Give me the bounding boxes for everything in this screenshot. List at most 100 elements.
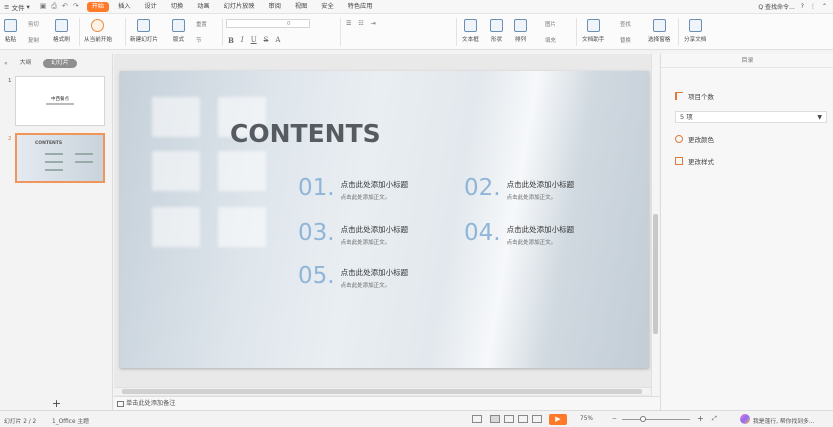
quick-access-toolbar: ▣ ⎙ ↶ ↷	[34, 2, 85, 11]
clipboard-icon	[4, 19, 17, 32]
thumbnail-title: 中西餐点	[51, 97, 69, 102]
doc-assistant-button[interactable]: 文档助手	[582, 19, 604, 43]
change-style-button[interactable]: 更改样式	[675, 156, 714, 166]
fit-window-icon[interactable]: ⤢	[712, 416, 717, 423]
divider	[340, 18, 341, 46]
reset-button[interactable]: 重置	[196, 20, 207, 28]
toc-item-2[interactable]: 02. 点击此处添加小标题 点击此处添加正文。	[464, 177, 574, 202]
copy-button[interactable]: 复制	[28, 36, 39, 44]
toc-item-1[interactable]: 01. 点击此处添加小标题 点击此处添加正文。	[298, 175, 408, 202]
zoom-slider-handle[interactable]	[640, 416, 646, 422]
change-color-button[interactable]: 更改颜色	[675, 134, 714, 144]
numbered-list-icon[interactable]: ☷	[358, 20, 363, 27]
assistant-logo-icon[interactable]	[740, 414, 750, 424]
tab-slideshow[interactable]: 幻灯片放映	[217, 0, 262, 14]
toc-item-5[interactable]: 05. 点击此处添加小标题 点击此处添加正文。	[298, 265, 408, 290]
arrange-button[interactable]: 排列	[514, 19, 527, 43]
undo-icon[interactable]: ↶	[62, 2, 68, 11]
search-command[interactable]: Q 查找命令...	[758, 2, 794, 11]
file-menu[interactable]: ≡ 文件 ▾	[0, 2, 34, 12]
shape-button[interactable]: 形状	[490, 19, 503, 43]
tab-home[interactable]: 开始	[86, 1, 110, 12]
slide-thumbnail-2[interactable]: CONTENTS	[15, 133, 105, 183]
toc-item-4[interactable]: 04. 点击此处添加小标题 点击此处添加正文。	[464, 222, 574, 247]
indent-icon[interactable]: ⇥	[371, 20, 376, 27]
play-icon	[91, 19, 105, 32]
scroll-thumb[interactable]	[122, 389, 642, 394]
vertical-scrollbar[interactable]	[651, 54, 659, 396]
play-from-current-button[interactable]: 从当前开始	[84, 19, 112, 43]
section-button[interactable]: 节	[196, 36, 201, 44]
fill-button[interactable]: 填充	[545, 36, 556, 44]
select-pane-label: 选择窗格	[648, 37, 671, 43]
find-button[interactable]: 查找	[620, 20, 631, 28]
sorter-view-icon[interactable]	[504, 415, 514, 423]
normal-view-icon[interactable]	[490, 415, 500, 423]
layout-label: 版式	[172, 37, 185, 43]
tab-view[interactable]: 视图	[288, 0, 314, 14]
slideshow-play-button[interactable]: ▶	[549, 414, 567, 425]
tab-transition[interactable]: 切换	[164, 0, 190, 14]
change-color-label: 更改颜色	[688, 136, 714, 144]
shape-label: 形状	[490, 37, 503, 43]
bold-icon[interactable]: B	[228, 36, 234, 45]
font-size-field[interactable]: 0	[226, 19, 310, 28]
presenter-view-icon[interactable]	[532, 415, 542, 423]
bullet-list-icon[interactable]: ☰	[346, 20, 351, 27]
paste-button[interactable]: 粘贴	[4, 19, 17, 43]
tab-outline[interactable]: 大纲	[12, 59, 40, 68]
share-icon	[688, 19, 702, 32]
tab-animation[interactable]: 动画	[190, 0, 216, 14]
textbox-button[interactable]: 文本框	[462, 19, 479, 43]
format-painter-button[interactable]: 格式刷	[53, 19, 70, 43]
slide[interactable]: CONTENTS 01. 点击此处添加小标题 点击此处添加正文。 02. 点击此…	[120, 71, 649, 368]
notes-toggle-icon[interactable]	[472, 415, 482, 423]
underline-icon[interactable]: U	[251, 36, 257, 45]
tab-security[interactable]: 安全	[314, 0, 340, 14]
replace-button[interactable]: 替换	[620, 36, 631, 44]
toc-subtitle: 点击此处添加正文。	[506, 195, 557, 201]
horizontal-scrollbar[interactable]	[114, 387, 651, 395]
reading-view-icon[interactable]	[518, 415, 528, 423]
add-slide-button[interactable]: +	[0, 397, 113, 410]
tab-special[interactable]: 特色应用	[341, 0, 380, 14]
font-color-icon[interactable]: A	[275, 36, 280, 45]
more-icon[interactable]: ⋮	[810, 3, 816, 10]
cut-button[interactable]: 剪切	[28, 20, 39, 28]
strikethrough-icon[interactable]: S	[264, 36, 269, 45]
chevron-up-icon[interactable]: ⌃	[822, 3, 827, 10]
redo-icon[interactable]: ↷	[73, 2, 79, 11]
tab-design[interactable]: 设计	[137, 0, 163, 14]
print-icon[interactable]: ⎙	[51, 2, 57, 11]
tab-insert[interactable]: 插入	[111, 0, 137, 14]
zoom-slider[interactable]	[622, 419, 690, 420]
picture-button[interactable]: 图片	[545, 20, 556, 28]
assistant-prompt[interactable]: 我是蓬行, 帮你找到多...	[753, 416, 814, 425]
zoom-out-button[interactable]: −	[612, 416, 617, 422]
zoom-level[interactable]: 75%	[580, 416, 593, 422]
items-count-select[interactable]: 5 项 ▼	[675, 111, 827, 123]
save-icon[interactable]: ▣	[40, 2, 47, 11]
thumbnail-subtitle-line	[46, 103, 74, 105]
notes-area[interactable]: 单击此处添加备注	[114, 396, 660, 410]
help-icon[interactable]: ?	[801, 3, 804, 10]
items-count-label: 项目个数	[688, 93, 714, 101]
tab-slides[interactable]: 幻灯片	[43, 59, 77, 68]
toc-item-3[interactable]: 03. 点击此处添加小标题 点击此处添加正文。	[298, 220, 408, 247]
new-slide-button[interactable]: 新建幻灯片	[130, 19, 158, 43]
doc-assistant-label: 文档助手	[582, 37, 605, 43]
divider	[456, 18, 457, 46]
tab-review[interactable]: 审阅	[262, 0, 288, 14]
toc-number: 03.	[298, 220, 335, 246]
layout-button[interactable]: 版式	[172, 19, 185, 43]
slide-number: 1	[8, 78, 12, 84]
toc-number: 01.	[298, 175, 335, 201]
share-doc-button[interactable]: 分享文档	[684, 19, 706, 43]
select-pane-button[interactable]: 选择窗格	[648, 19, 670, 43]
slide-title[interactable]: CONTENTS	[230, 119, 381, 148]
italic-icon[interactable]: I	[241, 36, 244, 45]
scroll-thumb[interactable]	[653, 214, 658, 334]
slide-thumbnail-1[interactable]: 中西餐点	[15, 76, 105, 126]
collapse-icon[interactable]: «	[4, 60, 8, 67]
zoom-in-button[interactable]: +	[697, 414, 704, 423]
